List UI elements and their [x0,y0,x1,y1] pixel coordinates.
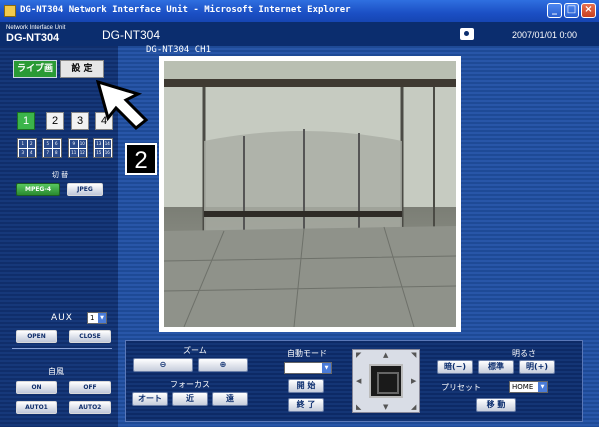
snapshot-camera-icon[interactable] [460,28,474,40]
model-name: DG-NT304 [102,28,161,42]
quad-view-9-12-button[interactable]: 9 10 11 12 [68,138,88,158]
live-video-image [164,61,456,327]
chevron-down-icon: ▼ [322,363,331,373]
focus-auto-button[interactable]: オート [132,392,168,406]
pan-up-right-icon[interactable]: ◥ [411,351,416,359]
quad-cell: 16 [103,149,111,157]
chevron-down-icon: ▼ [538,382,547,392]
jpeg-button[interactable]: JPEG [67,183,103,196]
tilt-up-icon[interactable]: ▲ [383,351,388,359]
quad-cell: 11 [70,149,78,157]
pan-down-left-icon[interactable]: ◣ [356,403,361,411]
maximize-button[interactable]: □ [564,3,579,18]
quad-cell: 4 [27,149,35,157]
ceiling-beam [164,79,456,87]
pan-down-right-icon[interactable]: ◢ [411,403,416,411]
quad-view-5-8-button[interactable]: 5 6 7 8 [42,138,62,158]
window-title-bar: DG-NT304 Network Interface Unit - Micros… [0,0,599,22]
auto-mode-label: 自動モード [287,349,327,358]
app-header [0,22,599,46]
mpeg4-button[interactable]: MPEG-4 [16,183,60,196]
zoom-out-icon: ⊖ [159,360,167,369]
brightness-dark-button[interactable]: 暗(−) [437,360,473,374]
zoom-in-icon: ⊕ [219,360,227,369]
quad-cell: 5 [44,140,52,148]
chevron-down-icon: ▼ [98,313,106,323]
quad-cell: 14 [103,140,111,148]
quad-cell: 7 [44,149,52,157]
divider [12,348,112,349]
focus-far-button[interactable]: 遠 [212,392,248,406]
quad-cell: 2 [27,140,35,148]
quad-cell: 8 [52,149,60,157]
quad-cell: 1 [19,140,27,148]
auto-mode-select[interactable]: ▼ [284,362,332,374]
pan-tilt-pad[interactable]: ▲ ▼ ◀ ▶ ◤ ◥ ◣ ◢ [352,349,420,413]
fan-on-button[interactable]: ON [16,381,57,394]
tab-live[interactable]: ライブ画 [13,60,57,78]
fan-off-button[interactable]: OFF [69,381,111,394]
pointer-arrow-icon [96,80,149,130]
switch-label: 切 替 [51,171,69,179]
video-scene-illustration [164,61,456,327]
preset-move-button[interactable]: 移 動 [476,398,516,412]
quad-cell: 9 [70,140,78,148]
focus-near-button[interactable]: 近 [172,392,208,406]
focus-label: フォーカス [170,380,210,389]
date-time: 2007/01/01 0:00 [512,30,578,40]
preset-value: HOME [512,383,534,391]
camera-1-button[interactable]: 1 [17,112,35,130]
zoom-label: ズーム [183,346,207,355]
step-number-badge: 2 [125,143,157,175]
zoom-in-button[interactable]: ⊕ [198,358,248,372]
preset-label: プリセット [441,383,481,392]
brand-subtitle: Network Interface Unit [6,25,66,31]
camera-title: DG-NT304 CH1 [146,45,212,55]
tab-setup[interactable]: 設 定 [60,60,104,78]
pad-center [369,364,403,398]
minimize-button[interactable]: _ [547,3,562,18]
auto-end-button[interactable]: 終 了 [288,398,324,412]
camera-3-button[interactable]: 3 [71,112,89,130]
fan-auto2-button[interactable]: AUTO2 [69,401,111,414]
brand-name: DG-NT304 [6,32,60,44]
zoom-out-button[interactable]: ⊖ [133,358,193,372]
pan-right-icon[interactable]: ▶ [411,377,416,385]
aux-select[interactable]: 1 ▼ [87,312,107,324]
aux-close-button[interactable]: CLOSE [69,330,111,343]
quad-cell: 6 [52,140,60,148]
floor [164,226,456,327]
brightness-bright-button[interactable]: 明(+) [519,360,555,374]
brightness-standard-button[interactable]: 標準 [478,360,514,374]
door-base [204,211,402,217]
window-title: DG-NT304 Network Interface Unit - Micros… [20,5,351,15]
quad-cell: 10 [78,140,86,148]
quad-cell: 12 [78,149,86,157]
aux-label: AUX [51,313,73,323]
pan-left-icon[interactable]: ◀ [356,377,361,385]
aux-value: 1 [90,314,95,322]
auto-start-button[interactable]: 開 始 [288,379,324,393]
quad-view-13-16-button[interactable]: 13 14 15 16 [93,138,113,158]
preset-select[interactable]: HOME ▼ [509,381,548,393]
camera-2-button[interactable]: 2 [46,112,64,130]
quad-cell: 15 [95,149,103,157]
quad-cell: 3 [19,149,27,157]
fan-auto1-button[interactable]: AUTO1 [16,401,57,414]
fan-label: 自風 [48,367,64,376]
pan-up-left-icon[interactable]: ◤ [356,351,361,359]
close-button[interactable]: × [581,3,596,18]
quad-cell: 13 [95,140,103,148]
quad-view-1-4-button[interactable]: 1 2 3 4 [17,138,37,158]
browser-icon [4,5,16,17]
aux-open-button[interactable]: OPEN [16,330,57,343]
brightness-label: 明るさ [512,349,536,358]
tilt-down-icon[interactable]: ▼ [383,403,388,411]
